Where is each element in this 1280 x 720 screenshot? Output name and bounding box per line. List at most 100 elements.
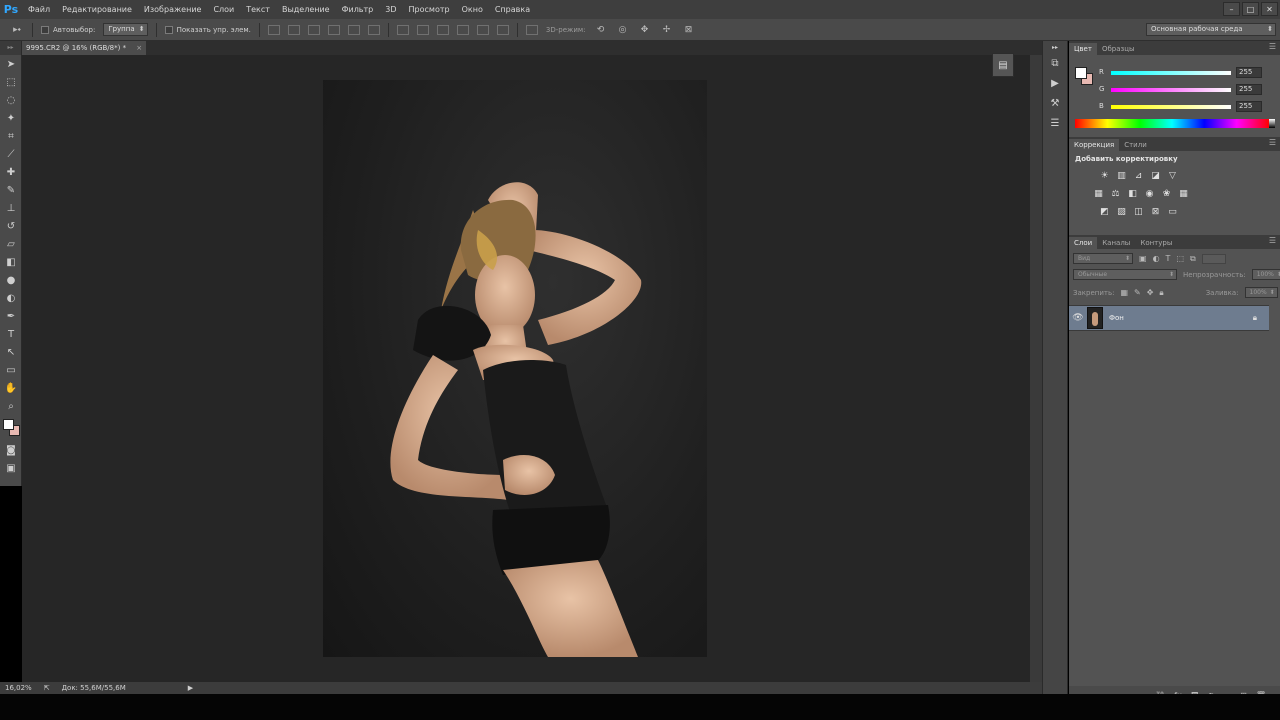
screen-mode-icon[interactable]: ▣ [0,459,22,477]
menu-select[interactable]: Выделение [276,0,336,19]
panel-menu-icon[interactable]: ☰ [1269,236,1276,245]
path-selection-tool-icon[interactable]: ↖ [0,343,22,361]
type-tool-icon[interactable]: T [0,325,22,343]
blue-value-input[interactable]: 255 [1236,101,1262,112]
paint-bucket-tool-icon[interactable]: ◧ [0,253,22,271]
menu-3d[interactable]: 3D [379,0,402,19]
align-hcenter-icon[interactable] [347,24,360,35]
canvas-area[interactable] [22,55,1030,682]
tab-layers[interactable]: Слои [1069,237,1098,249]
channel-mixer-icon[interactable]: ❀ [1161,189,1172,199]
color-spectrum-bar[interactable] [1075,119,1275,128]
menu-file[interactable]: Файл [22,0,56,19]
3d-pan-icon[interactable]: ✥ [638,24,652,36]
black-white-icon[interactable]: ◧ [1127,189,1138,199]
properties-panel-icon[interactable]: ☰ [1043,113,1067,133]
marquee-tool-icon[interactable]: ⬚ [0,73,22,91]
blue-slider[interactable] [1111,105,1231,109]
distribute-vcenter-icon[interactable] [416,24,429,35]
healing-brush-tool-icon[interactable]: ✚ [0,163,22,181]
gradient-map-icon[interactable]: ▭ [1167,207,1178,217]
panel-menu-icon[interactable]: ☰ [1269,42,1276,51]
eyedropper-tool-icon[interactable]: ⟋ [0,145,22,163]
layer-filter-kind-dropdown[interactable]: Вид [1073,253,1133,264]
auto-align-icon[interactable] [525,24,538,35]
selective-color-icon[interactable]: ⊠ [1150,207,1161,217]
layer-row[interactable]: 👁︎ Фон 🔒︎ [1069,305,1269,331]
move-tool-preset-icon[interactable]: ▸⬩ [10,24,24,36]
green-slider[interactable] [1111,88,1231,92]
close-document-icon[interactable]: × [136,41,142,55]
history-brush-tool-icon[interactable]: ↺ [0,217,22,235]
dodge-tool-icon[interactable]: ◐ [0,289,22,307]
panel-menu-icon[interactable]: ☰ [1269,138,1276,147]
curves-icon[interactable]: ⊿ [1133,171,1144,181]
color-lookup-icon[interactable]: ▦ [1178,189,1189,199]
tab-color[interactable]: Цвет [1069,43,1097,55]
tools-grip[interactable]: ▸▸ [0,41,21,55]
magic-wand-tool-icon[interactable]: ✦ [0,109,22,127]
filter-pixel-icon[interactable]: ▣ [1139,254,1147,264]
invert-icon[interactable]: ◩ [1099,207,1110,217]
lasso-tool-icon[interactable]: ◌ [0,91,22,109]
opacity-input[interactable]: 100% [1251,269,1280,280]
distribute-left-icon[interactable] [456,24,469,35]
pen-tool-icon[interactable]: ✒ [0,307,22,325]
distribute-bottom-icon[interactable] [436,24,449,35]
distribute-top-icon[interactable] [396,24,409,35]
document-canvas-image[interactable] [323,80,707,657]
threshold-icon[interactable]: ◫ [1133,207,1144,217]
menu-filter[interactable]: Фильтр [336,0,380,19]
export-icon[interactable]: ⇱ [44,684,50,692]
filter-adjustment-icon[interactable]: ◐ [1153,254,1160,264]
filter-smart-object-icon[interactable]: ⧉ [1190,254,1196,264]
3d-rotate-icon[interactable]: ⟲ [594,24,608,36]
tool-presets-icon[interactable]: ⚒ [1043,93,1067,113]
3d-scale-icon[interactable]: ⊠ [682,24,696,36]
menu-type[interactable]: Текст [240,0,276,19]
close-window-button[interactable]: ✕ [1261,2,1278,16]
fill-input[interactable]: 100% [1244,287,1278,298]
move-tool-icon[interactable]: ➤ [0,55,22,73]
brightness-contrast-icon[interactable]: ☀ [1099,171,1110,181]
floating-panel-icon[interactable]: ▤ [992,53,1014,77]
levels-icon[interactable]: ▥ [1116,171,1127,181]
menu-help[interactable]: Справка [489,0,536,19]
maximize-button[interactable]: □ [1242,2,1259,16]
lock-transparent-icon[interactable]: ▦ [1120,288,1128,298]
show-transform-controls-option[interactable]: Показать упр. элем. [164,25,251,34]
lock-position-icon[interactable]: ✥ [1147,288,1154,298]
auto-select-dropdown[interactable]: Группа [103,23,148,36]
distribute-hcenter-icon[interactable] [476,24,489,35]
posterize-icon[interactable]: ▨ [1116,207,1127,217]
blur-tool-icon[interactable]: ● [0,271,22,289]
history-panel-icon[interactable]: ⧉ [1043,53,1067,73]
crop-tool-icon[interactable]: ⌗ [0,127,22,145]
blend-mode-dropdown[interactable]: Обычные [1073,269,1177,280]
tab-styles[interactable]: Стили [1119,139,1152,151]
photo-filter-icon[interactable]: ◉ [1144,189,1155,199]
align-bottom-icon[interactable] [307,24,320,35]
zoom-tool-icon[interactable]: ⌕ [0,397,22,415]
workspace-dropdown[interactable]: Основная рабочая среда [1146,23,1276,36]
red-slider[interactable] [1111,71,1231,75]
layer-visibility-eye-icon[interactable]: 👁︎ [1069,313,1087,323]
status-menu-arrow-icon[interactable]: ▶ [188,684,193,692]
auto-select-checkbox[interactable] [41,25,49,34]
tab-channels[interactable]: Каналы [1097,237,1135,249]
lock-all-icon[interactable]: 🔒︎ [1159,288,1163,298]
show-controls-checkbox[interactable] [164,25,173,34]
document-tab[interactable]: 9995.CR2 @ 16% (RGB/8*) * × [22,41,147,55]
3d-slide-icon[interactable]: ✢ [660,24,674,36]
menu-image[interactable]: Изображение [138,0,208,19]
zoom-level[interactable]: 16,02% [5,684,32,692]
minimize-button[interactable]: – [1223,2,1240,16]
tab-paths[interactable]: Контуры [1135,237,1177,249]
color-balance-icon[interactable]: ⚖ [1110,189,1121,199]
align-right-icon[interactable] [367,24,380,35]
layer-name[interactable]: Фон [1109,314,1124,322]
menu-view[interactable]: Просмотр [403,0,456,19]
filter-type-icon[interactable]: T [1166,254,1171,264]
foreground-color-swatch[interactable] [3,419,14,430]
red-value-input[interactable]: 255 [1236,67,1262,78]
